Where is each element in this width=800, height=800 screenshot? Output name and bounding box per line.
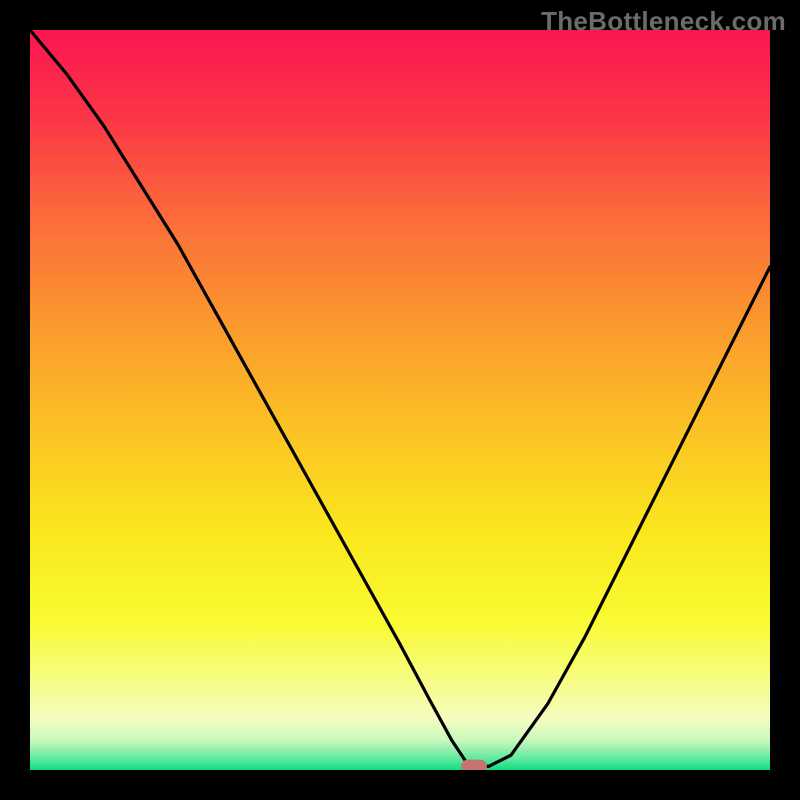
chart-frame: TheBottleneck.com: [0, 0, 800, 800]
chart-svg: [30, 30, 770, 770]
watermark-text: TheBottleneck.com: [541, 6, 786, 37]
plot-area: [30, 30, 770, 770]
optimal-marker: [461, 760, 487, 770]
gradient-background: [30, 30, 770, 770]
